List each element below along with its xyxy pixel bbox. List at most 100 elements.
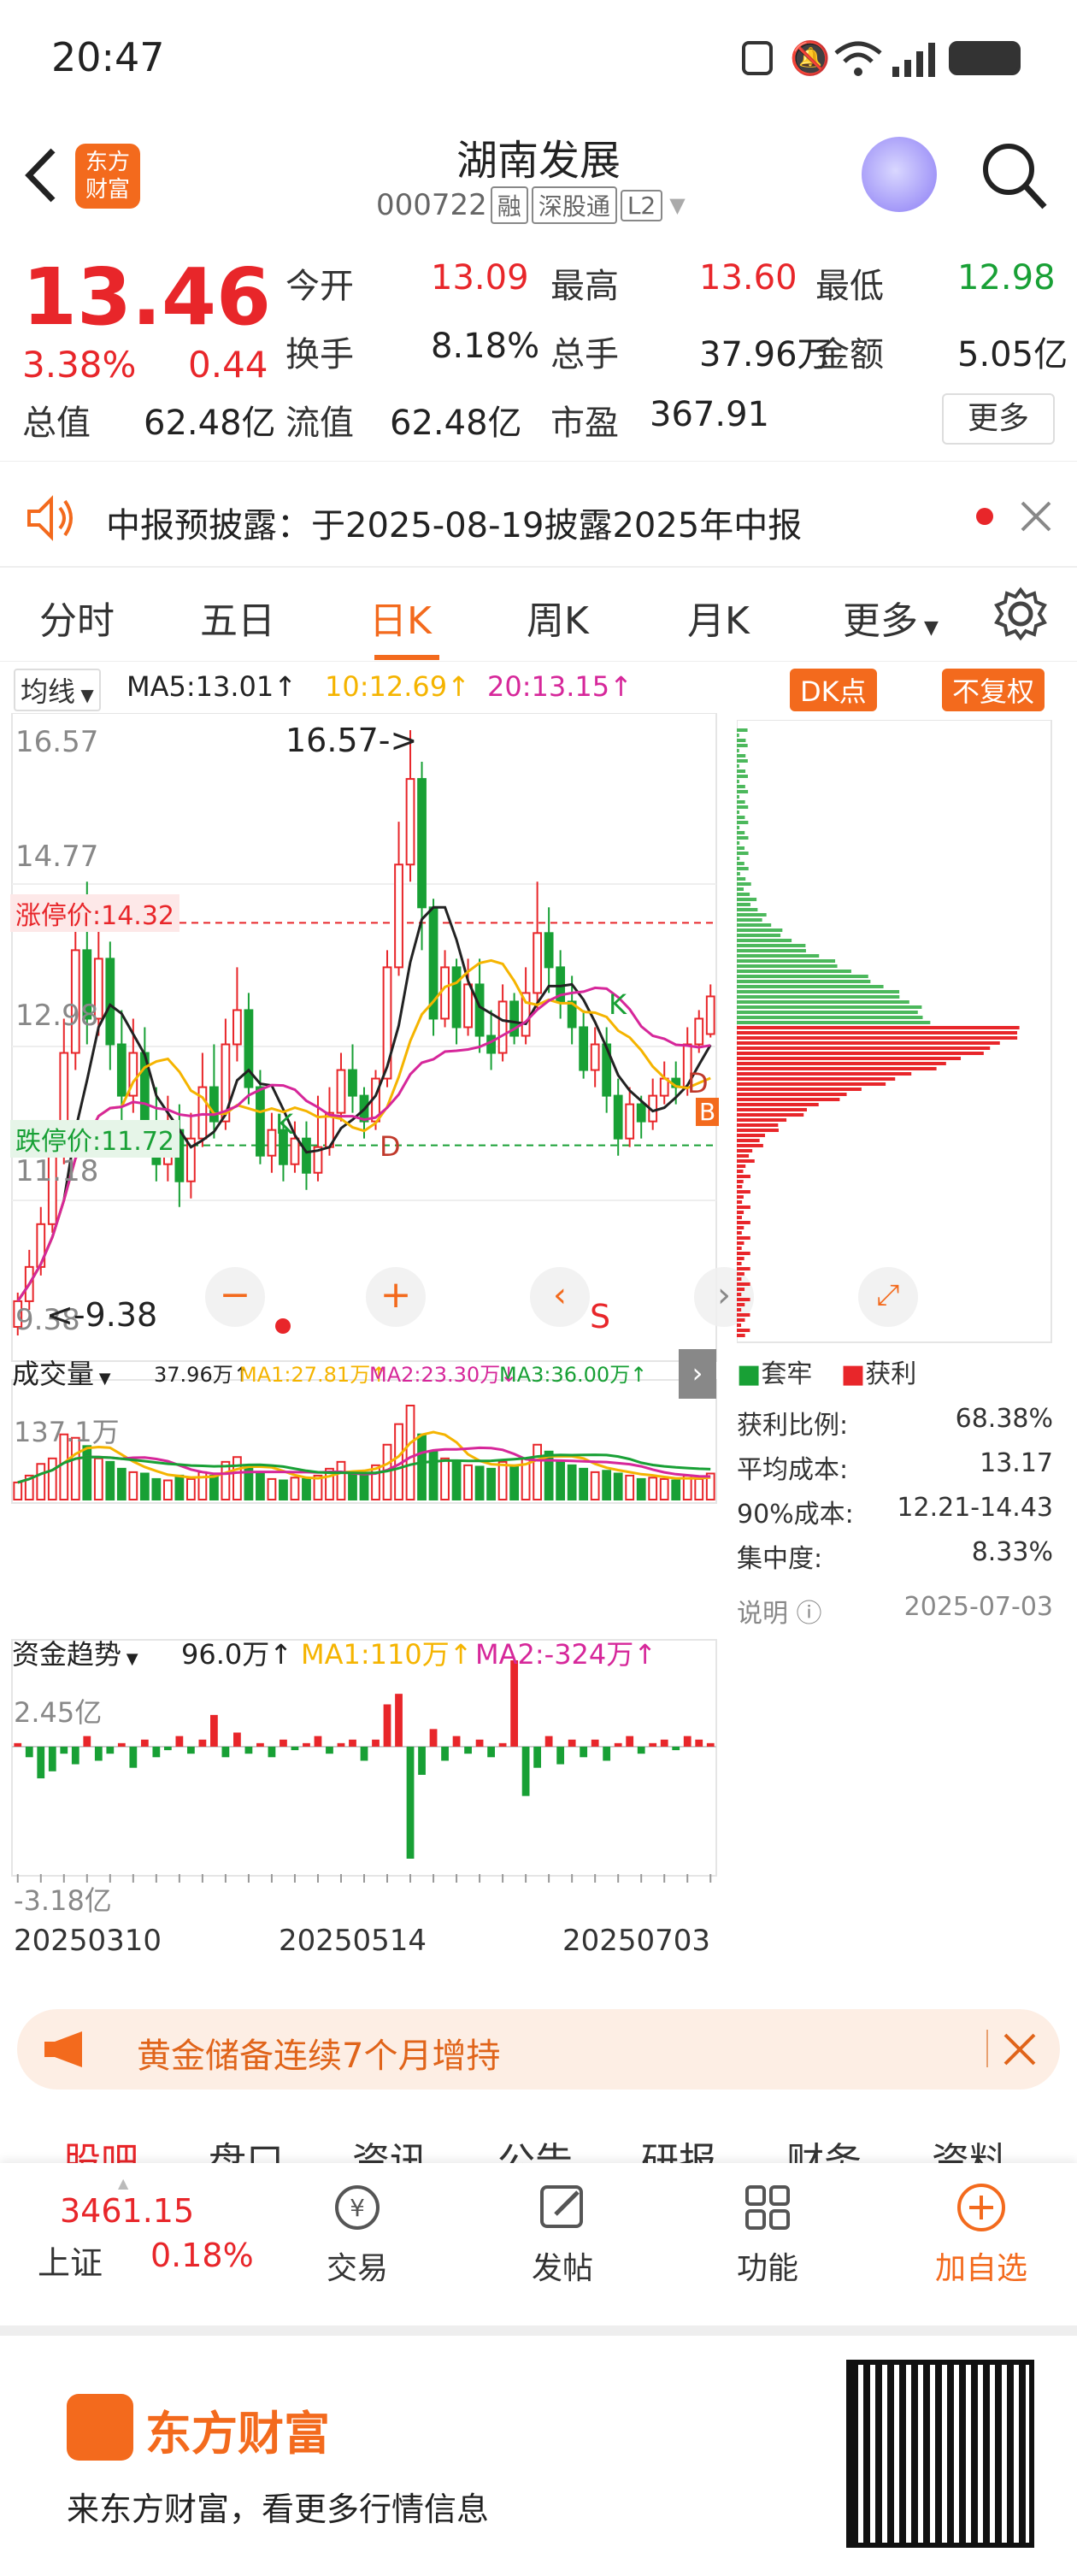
volume-bar [336,1460,346,1500]
volume-bar [451,1460,462,1500]
chip-bar [737,1057,962,1060]
volume-select[interactable]: 成交量 ▼ [12,1353,111,1392]
chip-bar [737,1334,745,1337]
candle-body [232,1009,242,1046]
volume-bar [348,1471,357,1501]
candle-body [544,932,554,969]
tab-daily-k[interactable]: 日K [369,590,432,645]
tab-orderbook[interactable]: 盘口 [209,2131,284,2163]
tab-forum[interactable]: 股吧 [63,2131,138,2163]
signal-k: K [275,1108,293,1141]
chip-bar [737,1129,779,1132]
date-label-start: 20250310 [14,1924,162,1958]
signal-k-2: K [609,988,627,1021]
tab-news[interactable]: 资讯 [352,2131,427,2163]
chip-bar [737,1247,742,1250]
volume-bar [497,1460,508,1500]
settings-gear-icon[interactable] [993,587,1048,641]
fund-bar [37,1746,45,1779]
chip-bar [737,769,746,773]
chip-bar [737,826,740,829]
chip-distribution [737,720,1052,1343]
chip-info[interactable]: 说明 ⓘ [737,1592,822,1636]
robot-assistant-icon[interactable] [862,137,937,212]
chevron-down-icon: ▼ [121,1650,138,1668]
chip-bar [737,949,806,952]
chip-bar [737,872,740,875]
chip-bar [737,785,745,788]
chip-bar [737,805,749,809]
stat-total-value-label: 总值 [22,404,91,443]
megaphone-icon [44,2031,82,2067]
nav-functions[interactable]: 功能 [708,2180,827,2288]
more-button[interactable]: 更多 [942,393,1055,445]
chip-bar [737,852,749,855]
price-pane-frame [11,713,717,1362]
chip-bar [737,1031,1018,1035]
chip-bar [737,734,739,737]
stat-high-label: 最高 [550,267,619,306]
scroll-left-button[interactable]: ‹ [530,1267,590,1327]
dk-point-button[interactable]: DK点 [790,669,877,711]
tab-weekly-k[interactable]: 周K [527,590,589,645]
tab-announcement[interactable]: 公告 [497,2131,573,2163]
expand-right-icon[interactable]: › [679,1349,716,1399]
fund-select[interactable]: 资金趋势 ▼ [12,1633,138,1672]
tab-more[interactable]: 更多 ▼ [843,590,939,645]
fund-bar [303,1742,310,1747]
close-icon[interactable] [1002,2031,1038,2067]
nav-trade-label: 交易 [326,2251,388,2286]
chip-bar [737,1226,744,1229]
fund-bar [198,1739,207,1747]
chip-bar [737,1205,750,1209]
adjust-button[interactable]: 不复权 [942,669,1045,711]
volume-bar [162,1479,173,1501]
notice-bar[interactable]: 中报预披露：于2025-08-19披露2025年中报 [0,479,1077,564]
volume-bar [533,1443,543,1500]
volume-bar [440,1457,450,1501]
stat-total-value: 62.48亿 [144,404,276,443]
chip-bar [737,954,820,958]
chip-bar [737,831,745,834]
promo-banner[interactable]: 黄金储备连续7个月增持 [17,2009,1060,2090]
indicator-select[interactable]: 均线 ▼ [14,669,101,711]
tab-monthly-k[interactable]: 月K [687,590,750,645]
chip-bar [737,790,749,793]
search-icon[interactable] [980,140,1048,212]
tab-five-day[interactable]: 五日 [200,590,275,645]
chip-bar [737,1011,918,1014]
volume-bar [47,1457,57,1501]
tab-research[interactable]: 研报 [641,2131,716,2163]
chip-bar [737,764,739,768]
volume-ma3: MA3:36.00万↑ [499,1363,648,1387]
volume-bar [590,1471,600,1501]
close-icon[interactable] [1017,498,1055,535]
fund-bar [106,1746,115,1754]
nav-trade[interactable]: ¥ 交易 [297,2180,417,2288]
fund-bar [291,1746,299,1751]
tab-profile[interactable]: 资料 [932,2131,1007,2163]
volume-label: 成交量 [12,1358,95,1390]
chip-bar [737,1195,744,1199]
tab-finance[interactable]: 财务 [786,2131,862,2163]
volume-bar [82,1445,92,1500]
speaker-icon [27,495,73,541]
candle-body [116,1043,127,1097]
nav-post-label: 发帖 [531,2251,593,2286]
kline-chart-area: 均线 ▼ MA5:13.01↑ 10:12.69↑ 20:13.15↑ DK点 … [0,662,1077,1995]
fund-bar [349,1739,356,1747]
volume-bar [579,1467,589,1500]
fund-bar [395,1694,403,1747]
brand-logo-icon [67,2394,133,2461]
nav-add-watchlist[interactable]: 加自选 [913,2180,1050,2288]
last-price: 13.46 [22,251,272,343]
fund-bar [372,1739,380,1747]
volume-bar [93,1457,103,1501]
tab-intraday[interactable]: 分时 [39,590,115,645]
fund-bar [556,1746,565,1765]
stat-open-label: 今开 [285,267,354,306]
stock-code-row[interactable]: 000722 融 深股通 L2 ▼ [376,186,686,224]
nav-post[interactable]: 发帖 [503,2180,622,2288]
zoom-out-button[interactable]: − [205,1267,265,1327]
zoom-in-button[interactable]: + [366,1267,426,1327]
